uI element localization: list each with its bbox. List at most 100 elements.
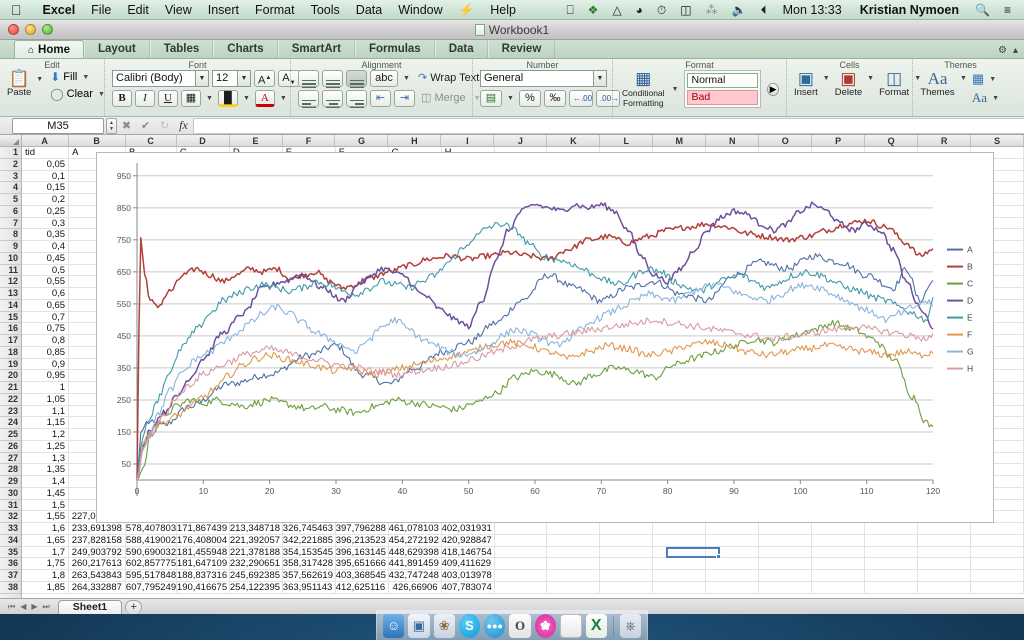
cell-A23[interactable]: 1,1 (22, 405, 70, 417)
cell-D38[interactable]: 190,416675 (177, 581, 230, 593)
tab-home[interactable]: ⌂ Home (14, 40, 84, 58)
column-header-d[interactable]: D (177, 135, 230, 146)
formula-builder-icon[interactable]: ↻ (155, 119, 174, 132)
row-header-12[interactable]: 12 (0, 276, 21, 288)
cell-A24[interactable]: 1,15 (22, 417, 70, 428)
battery-icon[interactable]: ◫ (673, 0, 698, 20)
cell-B34[interactable]: 237,828158 (69, 534, 126, 546)
cell-G38[interactable]: 412,625116 (336, 581, 389, 593)
row-header-32[interactable]: 32 (0, 511, 21, 523)
align-top-button[interactable] (298, 70, 319, 88)
menu-tools[interactable]: Tools (303, 0, 348, 20)
insert-dropdown-icon[interactable]: ▼ (821, 75, 832, 82)
table-row[interactable]: 1,75 260,217613 602,857775 181,647109 232,29… (22, 558, 1024, 570)
font-color-dropdown-icon[interactable]: ▼ (278, 95, 289, 102)
cell-A3[interactable]: 0,1 (22, 170, 70, 182)
row-header-31[interactable]: 31 (0, 500, 21, 512)
cell-A12[interactable]: 0,55 (22, 276, 70, 287)
cell-J37[interactable] (495, 570, 548, 581)
last-sheet-button[interactable]: ⏭ (43, 602, 50, 612)
cell-C38[interactable]: 607,795249 (126, 581, 177, 593)
cell-A19[interactable]: 0,9 (22, 358, 70, 370)
skype-icon[interactable]: S (458, 613, 481, 638)
row-header-21[interactable]: 21 (0, 382, 21, 394)
cell-P33[interactable] (812, 523, 866, 534)
align-right-button[interactable] (346, 90, 367, 108)
font-size-select[interactable]: 12 ▼ (212, 70, 251, 87)
cell-Q34[interactable] (865, 534, 919, 546)
column-header-g[interactable]: G (335, 135, 389, 146)
cell-H35[interactable]: 448,629398 (389, 546, 442, 558)
ribbon-settings-icon[interactable]: ⚙ (998, 45, 1007, 56)
menu-edit[interactable]: Edit (119, 0, 157, 20)
row-header-33[interactable]: 33 (0, 523, 21, 535)
cell-B35[interactable]: 249,903792 (69, 546, 126, 558)
cell-M37[interactable] (653, 570, 707, 581)
row-header-19[interactable]: 19 (0, 359, 21, 371)
row-header-24[interactable]: 24 (0, 417, 21, 429)
select-all-corner[interactable] (0, 135, 22, 146)
cell-F38[interactable]: 363,951143 (283, 581, 336, 593)
cell-A29[interactable]: 1,4 (22, 476, 70, 487)
cell-D35[interactable]: 181,455948 (177, 546, 230, 558)
row-header-17[interactable]: 17 (0, 335, 21, 347)
cell-D34[interactable]: 176,408004 (177, 534, 230, 546)
menu-help[interactable]: Help (482, 0, 524, 20)
currency-dropdown-icon[interactable]: ▼ (505, 95, 516, 102)
cell-J33[interactable] (495, 523, 548, 534)
cell-F34[interactable]: 342,221885 (283, 534, 336, 546)
cell-B36[interactable]: 260,217613 (69, 558, 126, 569)
google-drive-icon[interactable]: △ (605, 0, 628, 20)
cell-O38[interactable] (759, 581, 813, 593)
cell-C36[interactable]: 602,857775 (126, 558, 177, 569)
cell-styles-gallery[interactable]: Normal Bad (683, 70, 762, 108)
align-center-button[interactable] (322, 90, 343, 108)
column-header-f[interactable]: F (283, 135, 336, 146)
align-middle-button[interactable] (322, 70, 343, 88)
cell-M33[interactable] (653, 523, 707, 534)
cell-D37[interactable]: 188,837316 (177, 570, 230, 581)
cell-A30[interactable]: 1,45 (22, 487, 70, 499)
themes-button[interactable]: Aa Themes (920, 70, 955, 98)
underline-button[interactable]: U (158, 90, 178, 107)
row-header-34[interactable]: 34 (0, 535, 21, 547)
row-header-8[interactable]: 8 (0, 229, 21, 241)
cell-I35[interactable]: 418,146754 (442, 546, 495, 558)
tab-smartart[interactable]: SmartArt (277, 40, 355, 58)
column-header-l[interactable]: L (600, 135, 654, 146)
menu-bar-clock[interactable]: Mon 13:33 (774, 3, 851, 17)
spotlight-search-icon[interactable]: 🔍 (968, 0, 997, 20)
fill-color-dropdown-icon[interactable]: ▼ (241, 95, 252, 102)
mirror-display-icon[interactable]: ⎕ (559, 0, 580, 20)
delete-dropdown-icon[interactable]: ▼ (865, 75, 876, 82)
cell-N35[interactable] (706, 546, 760, 558)
column-header-p[interactable]: P (812, 135, 866, 146)
cell-S36[interactable] (971, 558, 1024, 569)
cell-I37[interactable]: 403,013978 (442, 570, 495, 581)
fill-dropdown-icon[interactable]: ▼ (80, 74, 91, 81)
cell-A37[interactable]: 1,8 (22, 570, 70, 581)
cell-H36[interactable]: 441,891459 (389, 558, 442, 569)
tab-layout[interactable]: Layout (84, 40, 150, 58)
row-header-20[interactable]: 20 (0, 370, 21, 382)
row-header-27[interactable]: 27 (0, 453, 21, 465)
insert-cells-button[interactable]: ▣ Insert (794, 70, 818, 98)
cell-P35[interactable] (812, 546, 866, 558)
row-header-4[interactable]: 4 (0, 182, 21, 194)
finder-icon[interactable]: ☺ (383, 613, 405, 638)
font-size-dropdown-icon[interactable]: ▼ (238, 70, 251, 87)
column-header-b[interactable]: B (69, 135, 126, 146)
cell-N33[interactable] (706, 523, 760, 534)
cell-O33[interactable] (759, 523, 813, 534)
cell-C33[interactable]: 578,407803 (126, 523, 177, 534)
messages-icon[interactable]: ●●● (484, 613, 506, 638)
row-header-14[interactable]: 14 (0, 300, 21, 312)
cell-L33[interactable] (600, 523, 654, 534)
cell-A18[interactable]: 0,85 (22, 346, 70, 358)
cell-P36[interactable] (812, 558, 866, 569)
row-header-5[interactable]: 5 (0, 194, 21, 206)
column-header-a[interactable]: A (22, 135, 69, 146)
cell-C35[interactable]: 590,690032 (126, 546, 177, 558)
cell-G36[interactable]: 395,651666 (336, 558, 389, 569)
cell-A17[interactable]: 0,8 (22, 335, 70, 346)
